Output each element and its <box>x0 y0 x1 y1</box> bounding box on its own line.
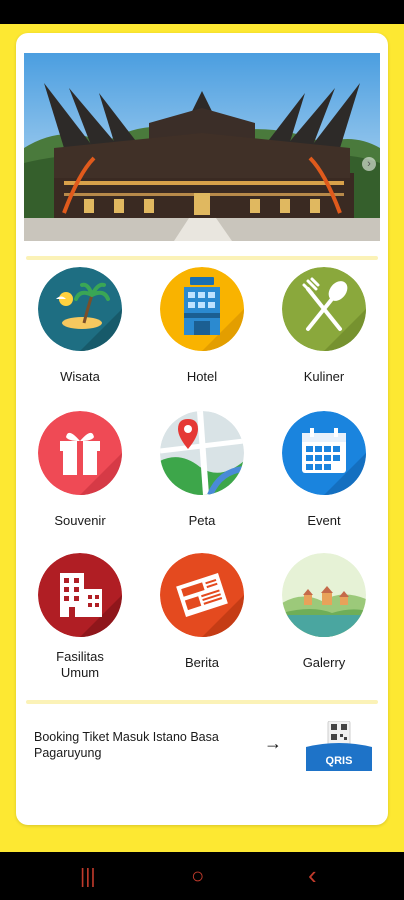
booking-row[interactable]: Booking Tiket Masuk Istano Basa Pagaruyu… <box>34 720 374 781</box>
menu-label: Peta <box>188 513 216 528</box>
menu-label: Fasilitas Umum <box>56 649 104 680</box>
gift-icon <box>38 411 122 495</box>
menu-label: Kuliner <box>303 369 345 384</box>
home-icon[interactable]: ○ <box>191 863 204 889</box>
menu-label: Event <box>307 513 341 528</box>
menu-item-galerry[interactable]: Galerry <box>262 553 386 671</box>
menu-item-peta[interactable]: Peta <box>140 411 264 529</box>
bottom-divider <box>26 700 378 704</box>
menu-item-fasilitas-umum[interactable]: Fasilitas Umum <box>18 553 142 681</box>
qris-icon[interactable]: QRIS <box>306 720 372 771</box>
hero-banner[interactable]: › <box>24 53 380 241</box>
qris-label: QRIS <box>326 755 353 767</box>
recents-icon[interactable]: ||| <box>80 866 96 889</box>
main-card: › Wisata Hotel Kuliner Souvenir Peta Eve… <box>16 33 388 825</box>
calendar-icon <box>282 411 366 495</box>
fork-spoon-icon <box>282 267 366 351</box>
menu-label: Souvenir <box>54 513 106 528</box>
menu-item-wisata[interactable]: Wisata <box>18 267 142 385</box>
arrow-right-icon[interactable]: → <box>264 733 282 754</box>
menu-item-souvenir[interactable]: Souvenir <box>18 411 142 529</box>
top-divider <box>26 256 378 260</box>
back-icon[interactable]: ‹ <box>308 860 317 891</box>
building-icon <box>38 553 122 637</box>
hotel-building-icon <box>160 267 244 351</box>
menu-item-hotel[interactable]: Hotel <box>140 267 264 385</box>
booking-text: Booking Tiket Masuk Istano Basa Pagaruyu… <box>34 730 219 760</box>
beach-island-icon <box>38 267 122 351</box>
menu-item-event[interactable]: Event <box>262 411 386 529</box>
landscape-icon <box>282 553 366 637</box>
android-nav-bar: ||| ○ ‹ <box>0 852 404 900</box>
map-pin-icon <box>160 411 244 495</box>
istano-basa-photo <box>24 53 380 241</box>
menu-label: Wisata <box>60 369 100 384</box>
newspaper-icon <box>160 553 244 637</box>
menu-item-kuliner[interactable]: Kuliner <box>262 267 386 385</box>
menu-label: Galerry <box>302 655 346 670</box>
menu-item-berita[interactable]: Berita <box>140 553 264 671</box>
menu-label: Hotel <box>186 369 218 384</box>
slider-next-icon[interactable]: › <box>362 157 376 171</box>
menu-label: Berita <box>185 655 219 670</box>
